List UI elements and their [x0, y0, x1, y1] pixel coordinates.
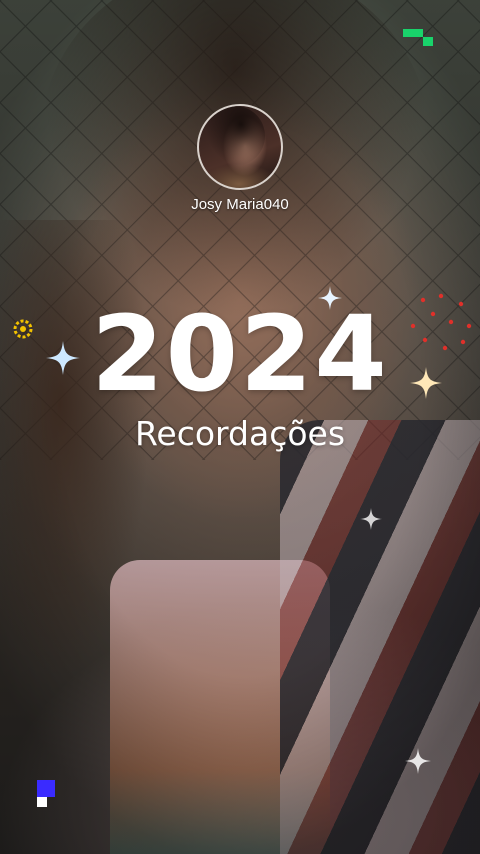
red-dots-decor [410, 293, 472, 351]
sparkle-icon [46, 341, 80, 375]
green-square-decor [403, 29, 423, 37]
sparkle-icon [318, 286, 342, 310]
sparkle-icon [405, 748, 431, 774]
username: Josy Maria040 [191, 196, 289, 213]
recap-subtitle: Recordações [134, 414, 346, 453]
blue-square-decor [37, 780, 55, 797]
sparkle-icon [360, 508, 382, 530]
green-square-decor [423, 37, 433, 46]
ring-icon [13, 319, 33, 339]
white-square-decor [37, 797, 47, 807]
avatar-hair [205, 106, 265, 166]
avatar[interactable] [197, 104, 283, 190]
sparkle-icon [410, 367, 442, 399]
